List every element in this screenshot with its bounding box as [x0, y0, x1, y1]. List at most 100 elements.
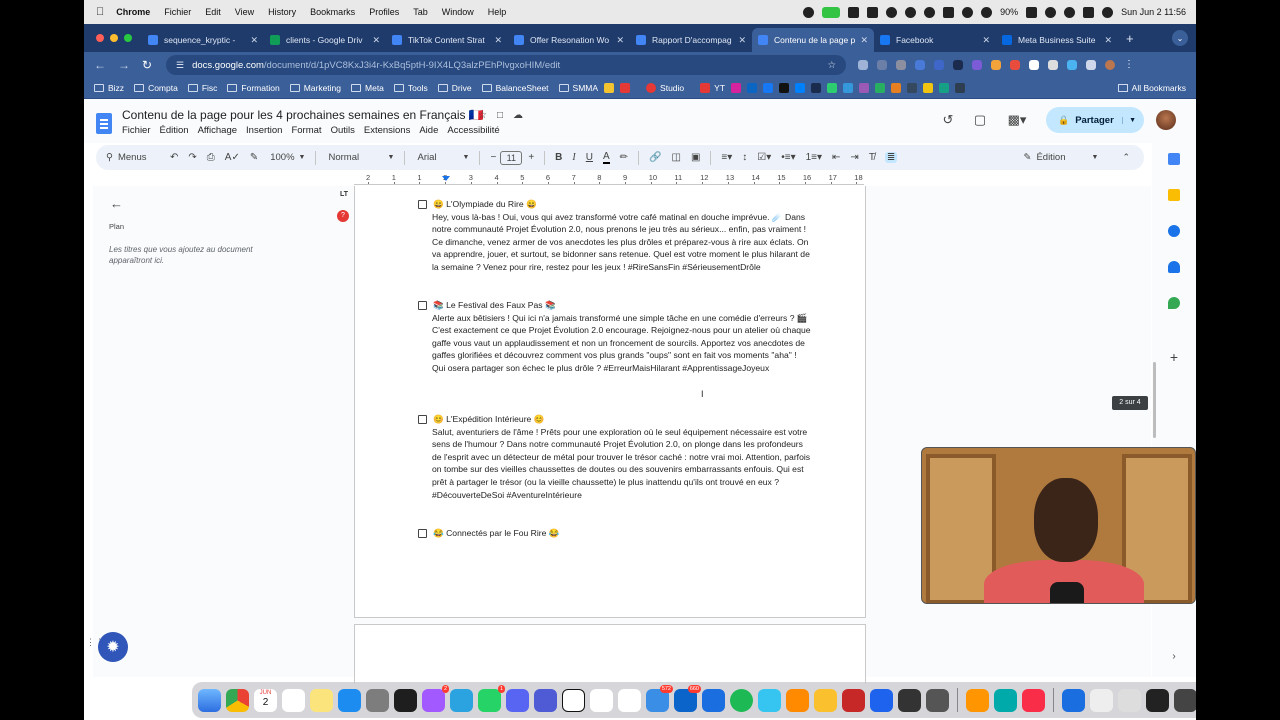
extension-icon[interactable]: [915, 60, 925, 70]
extension-icon[interactable]: [1010, 60, 1020, 70]
menu-extensions[interactable]: Extensions: [364, 125, 410, 136]
bookmark-folder[interactable]: BalanceSheet: [481, 83, 549, 93]
reminders-icon[interactable]: [282, 688, 305, 712]
share-button[interactable]: 🔒 Partager ▼: [1046, 107, 1144, 133]
line-spacing-icon[interactable]: ↕: [742, 152, 747, 163]
text-color-icon[interactable]: A: [602, 151, 610, 164]
tab-item[interactable]: clients - Google Driv ✕: [264, 28, 386, 52]
maps-icon[interactable]: [1168, 297, 1180, 309]
redo-icon[interactable]: ↷: [188, 152, 196, 163]
assistant-button[interactable]: ✹: [98, 632, 128, 662]
tab-item[interactable]: Contenu de la page p ✕: [752, 28, 874, 52]
extension-icon[interactable]: [1029, 60, 1039, 70]
italic-icon[interactable]: I: [572, 152, 575, 163]
teams-icon[interactable]: [534, 688, 557, 712]
section-body[interactable]: Alerte aux bêtisiers ! Qui ici n'a jamai…: [432, 312, 812, 375]
facetime-icon[interactable]: [822, 6, 841, 18]
indent-marker[interactable]: [442, 176, 450, 181]
tab-item[interactable]: sequence_kryptic - ✕: [142, 28, 264, 52]
app-icon[interactable]: [842, 688, 865, 712]
comment-icon[interactable]: ◫: [672, 152, 681, 163]
bold-icon[interactable]: B: [555, 152, 562, 163]
instagram-icon[interactable]: [731, 83, 742, 93]
notion-icon[interactable]: [562, 688, 585, 712]
music-icon[interactable]: [1022, 688, 1045, 712]
search-icon[interactable]: [1064, 6, 1076, 18]
all-bookmarks[interactable]: All Bookmarks: [1117, 83, 1186, 93]
extension-icon[interactable]: [953, 60, 963, 70]
section-body[interactable]: Hey, vous là-bas ! Oui, vous qui avez tr…: [432, 211, 812, 274]
bulleted-list-icon[interactable]: •≡▾: [781, 152, 795, 163]
bookmark-folder[interactable]: Compta: [134, 83, 178, 93]
bookmark-icon[interactable]: [604, 83, 615, 93]
extensions-puzzle-icon[interactable]: [1086, 60, 1096, 70]
history-icon[interactable]: ↺: [940, 112, 956, 128]
outlook-icon[interactable]: 660: [674, 684, 701, 712]
extension-icon[interactable]: [858, 60, 868, 70]
close-tab-icon[interactable]: ✕: [1104, 35, 1112, 46]
drag-handle-icon[interactable]: ⋮⋮: [86, 638, 104, 647]
bookmark-yt[interactable]: YT: [694, 83, 725, 93]
tiktok-icon[interactable]: [779, 83, 790, 93]
status-icon[interactable]: [867, 6, 879, 18]
close-window-button[interactable]: [96, 34, 104, 42]
menubar-item[interactable]: Tab: [413, 7, 428, 17]
move-folder-icon[interactable]: □: [497, 110, 503, 121]
tab-item[interactable]: TikTok Content Strat ✕: [386, 28, 508, 52]
close-tab-icon[interactable]: ✕: [982, 35, 990, 46]
checkbox[interactable]: [418, 300, 427, 310]
star-icon[interactable]: ☆: [478, 110, 487, 121]
menu-affichage[interactable]: Affichage: [198, 125, 237, 136]
forward-icon[interactable]: →: [118, 58, 132, 72]
underline-icon[interactable]: U: [586, 152, 593, 163]
docker-icon[interactable]: [870, 688, 893, 712]
scrollbar[interactable]: [1153, 362, 1156, 438]
section-body[interactable]: Salut, aventuriers de l'âme ! Prêts pour…: [432, 426, 812, 502]
align-icon[interactable]: ≡▾: [721, 152, 732, 163]
menu-fichier[interactable]: Fichier: [122, 125, 151, 136]
section-title[interactable]: 😄 L'Olympiade du Rire 😄: [433, 198, 537, 211]
bookmark-icon[interactable]: [620, 83, 631, 93]
menu-accessibilite[interactable]: Accessibilité: [447, 125, 499, 136]
extension-icon[interactable]: [877, 60, 887, 70]
slack-icon[interactable]: [758, 688, 781, 712]
extension-icon[interactable]: [991, 60, 1001, 70]
address-bar[interactable]: ☰ docs.google.com /document/d/1pVC8KxJ3i…: [166, 55, 846, 75]
paint-format-icon[interactable]: ✎: [250, 152, 258, 163]
checkbox[interactable]: [418, 528, 427, 538]
reload-icon[interactable]: ↻: [142, 58, 156, 72]
status-icon[interactable]: [962, 6, 974, 18]
app-icon[interactable]: [814, 688, 837, 712]
system-settings-icon[interactable]: [366, 688, 389, 712]
menubar-item[interactable]: View: [235, 7, 254, 17]
add-addon-icon[interactable]: +: [1168, 350, 1180, 364]
document-title[interactable]: Contenu de la page pour les 4 prochaines…: [122, 108, 484, 122]
bookmark-icon[interactable]: [907, 83, 918, 93]
print-icon[interactable]: ⎙: [207, 152, 215, 163]
app-icon[interactable]: [926, 688, 949, 712]
bookmark-folder[interactable]: Formation: [227, 83, 280, 93]
bookmark-icon[interactable]: [939, 83, 950, 93]
style-select[interactable]: Normal ▼: [328, 152, 394, 163]
chatgpt-icon[interactable]: [590, 688, 613, 712]
finder-icon[interactable]: [198, 688, 221, 712]
bookmark-icon[interactable]: [811, 83, 822, 93]
calendar-icon[interactable]: [1168, 153, 1180, 165]
format-options-icon[interactable]: ≣: [884, 152, 898, 163]
messenger-icon[interactable]: 2: [422, 684, 449, 712]
tab-item[interactable]: Meta Business Suite ✕: [996, 28, 1118, 52]
spellcheck-icon[interactable]: A✓: [225, 152, 240, 163]
menubar-item[interactable]: Profiles: [369, 7, 399, 17]
app-icon[interactable]: [898, 688, 921, 712]
highlight-icon[interactable]: ✏: [620, 152, 628, 163]
menubar-item[interactable]: Bookmarks: [310, 7, 355, 17]
status-icon[interactable]: [848, 6, 860, 18]
bookmark-icon[interactable]: [859, 83, 870, 93]
checklist-icon[interactable]: ☑▾: [757, 152, 771, 163]
close-tab-icon[interactable]: ✕: [372, 35, 380, 46]
contacts-icon[interactable]: [1168, 261, 1180, 273]
editing-mode-select[interactable]: ✎ Édition ▼ ⌃: [1023, 152, 1130, 163]
section-title[interactable]: 😊 L'Expédition Intérieure 😊: [433, 413, 544, 426]
avatar[interactable]: [1156, 110, 1176, 130]
menu-outils[interactable]: Outils: [331, 125, 355, 136]
